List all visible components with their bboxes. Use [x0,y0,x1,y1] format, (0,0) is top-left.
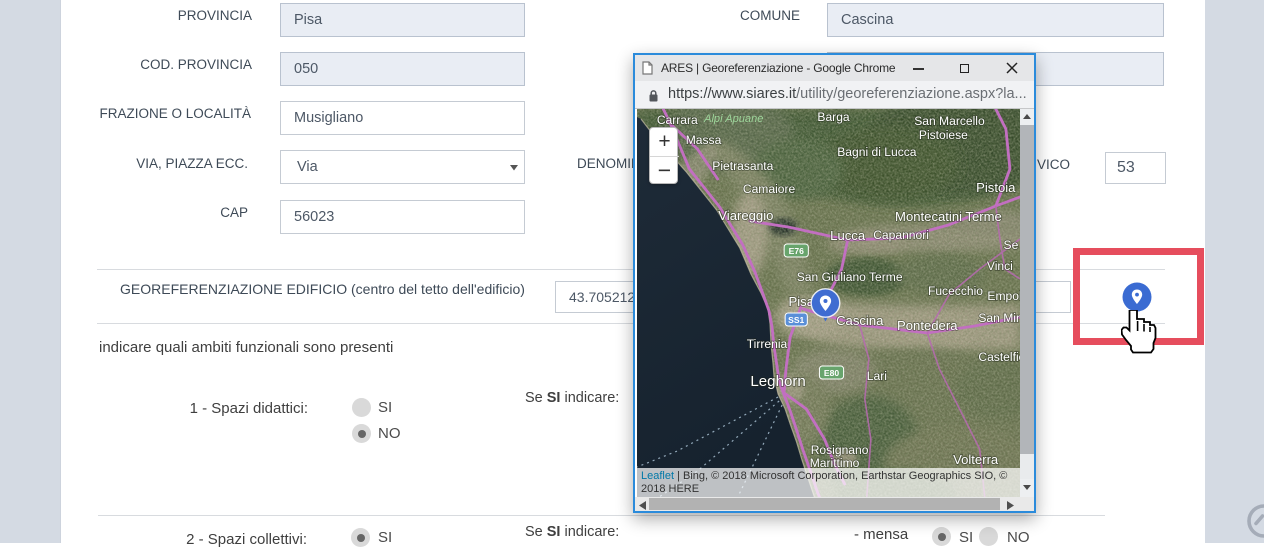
svg-text:E76: E76 [789,246,804,256]
svg-text:Barga: Barga [817,110,850,124]
svg-text:Cascina: Cascina [836,313,884,328]
svg-text:Castelfior: Castelfior [978,350,1020,364]
svg-text:Alpi Apuane: Alpi Apuane [703,113,763,125]
svg-text:Camaiore: Camaiore [743,182,796,196]
svg-text:Pontedera: Pontedera [897,318,958,333]
svg-text:Vinci: Vinci [987,259,1013,273]
svg-text:Pietrasanta: Pietrasanta [712,159,773,173]
svg-text:Lari: Lari [867,369,887,383]
svg-text:Carrara: Carrara [657,113,698,127]
svg-text:Leghorn: Leghorn [750,373,805,390]
svg-text:Rosignano: Rosignano [811,443,869,457]
svg-text:San Giuliano Terme: San Giuliano Terme [797,270,903,284]
svg-text:Empoli: Empoli [987,289,1020,303]
svg-text:Se: Se [1004,238,1019,252]
svg-text:Massa: Massa [686,133,722,147]
svg-text:Viareggio: Viareggio [718,208,773,223]
svg-text:Pistoiese: Pistoiese [919,128,968,142]
svg-text:San Marcello: San Marcello [914,114,985,128]
svg-text:Capannori: Capannori [873,228,929,242]
svg-text:Fucecchio: Fucecchio [928,284,983,298]
svg-text:San Mini: San Mini [978,311,1020,325]
svg-text:Tirrenia: Tirrenia [747,337,788,351]
svg-text:Montecatini Terme: Montecatini Terme [895,209,1002,224]
svg-text:Bagni di Lucca: Bagni di Lucca [837,145,917,159]
svg-text:Volterra: Volterra [953,452,999,467]
svg-text:Pistoia: Pistoia [976,180,1016,195]
svg-text:Lucca: Lucca [830,228,866,243]
svg-text:E80: E80 [824,368,839,378]
svg-text:SS1: SS1 [788,315,804,325]
